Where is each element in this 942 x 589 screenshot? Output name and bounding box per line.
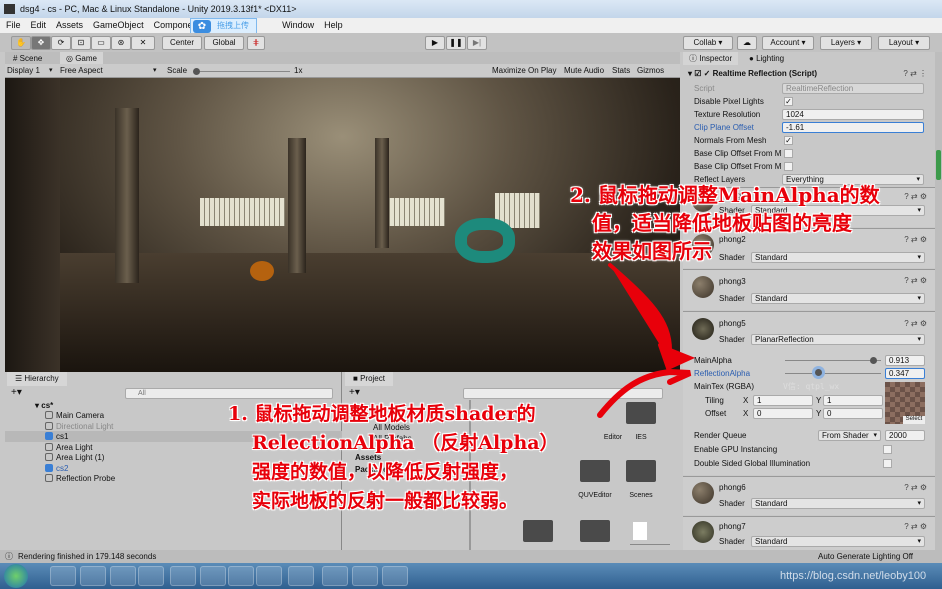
annotation-arrows <box>597 263 696 418</box>
arrow-to-reflection-alpha <box>597 368 692 418</box>
arrow-to-main-alpha <box>608 263 696 371</box>
